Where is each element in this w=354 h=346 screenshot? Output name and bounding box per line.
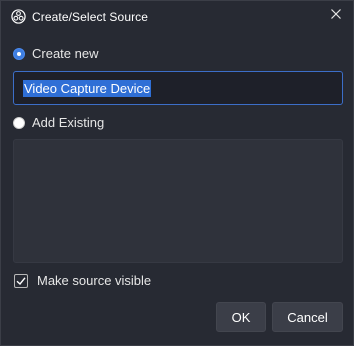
add-existing-radio[interactable] (13, 116, 25, 129)
ok-button[interactable]: OK (216, 302, 266, 332)
existing-sources-list[interactable] (13, 139, 343, 263)
dialog-title: Create/Select Source (32, 9, 149, 24)
create-select-source-dialog: Create/Select Source Create new Video Ca… (0, 0, 354, 346)
make-source-visible-checkbox[interactable] (14, 273, 28, 288)
close-button[interactable] (327, 7, 345, 25)
create-new-radio[interactable] (13, 47, 25, 60)
add-existing-radio-option[interactable]: Add Existing (13, 115, 104, 130)
close-icon (330, 7, 342, 25)
title-bar: Create/Select Source (1, 1, 353, 32)
make-source-visible-label: Make source visible (37, 273, 152, 288)
create-new-radio-option[interactable]: Create new (13, 46, 98, 61)
make-source-visible-option[interactable]: Make source visible (14, 273, 151, 288)
obs-logo-icon (10, 9, 26, 25)
add-existing-label: Add Existing (32, 115, 105, 130)
cancel-button[interactable]: Cancel (272, 302, 343, 332)
source-name-value: Video Capture Device (23, 79, 152, 97)
source-name-input[interactable]: Video Capture Device (13, 71, 343, 105)
checkmark-icon (16, 276, 26, 285)
create-new-label: Create new (32, 46, 99, 61)
